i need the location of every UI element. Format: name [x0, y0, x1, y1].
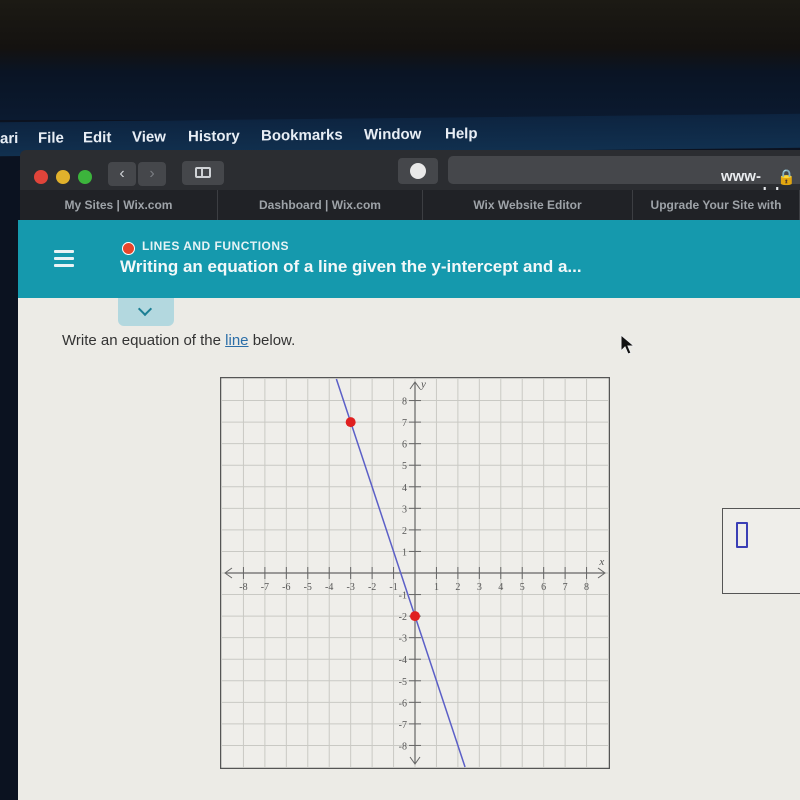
- line-link[interactable]: line: [225, 332, 248, 349]
- aleks-page: LINES AND FUNCTIONS Writing an equation …: [18, 220, 800, 800]
- x-tick-label: 4: [498, 582, 503, 593]
- question-prompt: Write an equation of the line below.: [62, 332, 295, 349]
- y-tick-label: 3: [402, 504, 407, 515]
- menu-history[interactable]: History: [188, 128, 240, 146]
- chevron-down-icon: [137, 301, 153, 317]
- tab-upgrade[interactable]: Upgrade Your Site with: [633, 190, 800, 220]
- topic-status-icon: [122, 242, 135, 255]
- chevron-left-icon: ‹: [119, 165, 125, 182]
- screen-bezel: [0, 0, 800, 120]
- menu-help[interactable]: Help: [445, 125, 478, 142]
- x-axis-label: x: [598, 556, 604, 568]
- y-tick-label: -4: [399, 655, 407, 666]
- y-tick-label: 7: [402, 418, 407, 429]
- prompt-text: Write an equation of the: [62, 332, 226, 349]
- mouse-pointer-icon: [620, 334, 636, 355]
- y-tick-label: -8: [399, 741, 407, 752]
- expand-button[interactable]: [118, 298, 174, 326]
- chevron-right-icon: ›: [149, 165, 155, 182]
- y-tick-label: -5: [399, 677, 407, 688]
- back-button[interactable]: ‹: [108, 162, 136, 186]
- prompt-text-end: below.: [248, 332, 296, 349]
- x-tick-label: -4: [325, 582, 333, 593]
- x-tick-label: -5: [304, 582, 312, 593]
- x-tick-label: -6: [282, 582, 290, 593]
- y-tick-label: 4: [402, 483, 407, 494]
- y-tick-label: -3: [399, 634, 407, 645]
- address-bar[interactable]: 🔒 www-awn.aleks.: [448, 156, 800, 202]
- x-tick-label: -8: [239, 582, 247, 593]
- x-tick-label: 3: [477, 582, 482, 593]
- sidebar-toggle-button[interactable]: [182, 161, 224, 185]
- grammarly-icon: [410, 163, 426, 179]
- extension-button[interactable]: [398, 158, 438, 184]
- menu-file[interactable]: File: [38, 130, 64, 147]
- y-tick-label: 6: [402, 440, 407, 451]
- y-tick-label: -6: [399, 698, 407, 709]
- x-tick-label: 5: [520, 582, 525, 593]
- menu-edit[interactable]: Edit: [83, 129, 111, 146]
- answer-input[interactable]: [722, 508, 800, 594]
- sidebar-icon: [195, 167, 211, 178]
- tab-bar: My Sites | Wix.com Dashboard | Wix.com W…: [20, 190, 800, 220]
- minimize-window-button[interactable]: [56, 170, 70, 184]
- x-tick-label: 8: [584, 582, 589, 593]
- page-title: Writing an equation of a line given the …: [120, 257, 582, 276]
- browser-toolbar: ‹ › 🔒 www-awn.aleks.: [20, 150, 800, 202]
- menu-window[interactable]: Window: [364, 126, 421, 144]
- tab-wix-editor[interactable]: Wix Website Editor: [423, 190, 633, 220]
- plotted-point: [410, 611, 420, 622]
- y-axis-label: y: [420, 379, 426, 391]
- menu-view[interactable]: View: [132, 128, 166, 145]
- x-tick-label: 1: [434, 582, 439, 593]
- plotted-point: [345, 417, 356, 428]
- coordinate-graph[interactable]: -8 -7 -6 -5 -4 -3 -2 -1 1 2 3 4 5 6 7 8 -8 -7 -6 -5 -4 -3 -2 -1…: [220, 377, 610, 769]
- x-tick-label: -7: [261, 582, 269, 593]
- tab-my-sites[interactable]: My Sites | Wix.com: [20, 190, 218, 220]
- y-tick-label: 2: [402, 526, 407, 537]
- x-tick-label: -2: [368, 582, 376, 593]
- y-tick-label: -7: [399, 720, 407, 731]
- menu-icon[interactable]: [54, 250, 74, 268]
- y-tick-label: 8: [402, 397, 407, 408]
- text-cursor-icon: [736, 522, 748, 548]
- topic-header: LINES AND FUNCTIONS Writing an equation …: [18, 220, 800, 298]
- menu-safari[interactable]: ari: [0, 130, 18, 147]
- zoom-window-button[interactable]: [78, 170, 92, 184]
- menu-bookmarks[interactable]: Bookmarks: [261, 127, 343, 145]
- y-tick-label: -1: [399, 591, 407, 602]
- x-tick-label: -3: [346, 582, 354, 593]
- x-tick-label: 2: [455, 582, 460, 593]
- y-tick-label: 1: [402, 547, 407, 558]
- y-tick-label: -2: [399, 612, 407, 623]
- x-tick-label: -1: [389, 582, 397, 593]
- x-tick-label: 7: [563, 582, 568, 593]
- y-tick-label: 5: [402, 461, 407, 472]
- topic-label: LINES AND FUNCTIONS: [142, 239, 290, 253]
- x-tick-label: 6: [541, 582, 546, 593]
- close-window-button[interactable]: [34, 170, 48, 184]
- tab-dashboard[interactable]: Dashboard | Wix.com: [218, 190, 423, 220]
- forward-button[interactable]: ›: [138, 162, 166, 186]
